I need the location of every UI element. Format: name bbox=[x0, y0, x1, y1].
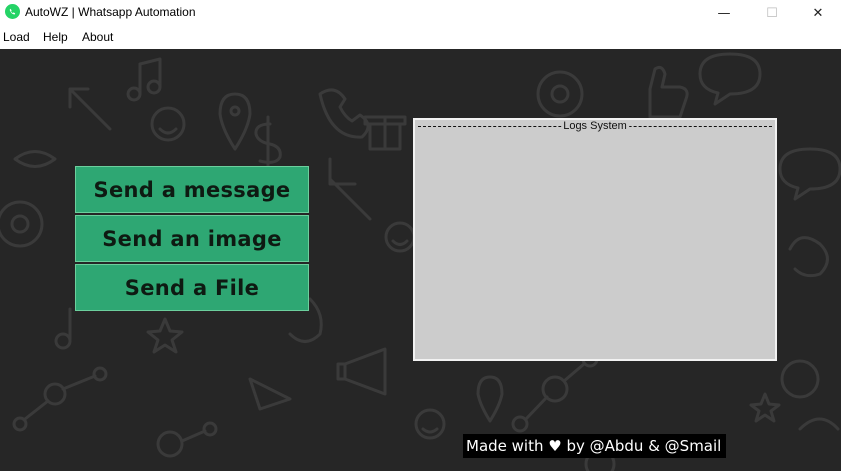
menu-bar: Load Help About bbox=[0, 27, 841, 47]
maximize-button[interactable]: ☐ bbox=[749, 0, 795, 26]
logs-panel[interactable]: Logs System bbox=[413, 118, 777, 361]
close-button[interactable]: ✕ bbox=[795, 0, 841, 26]
title-bar: AutoWZ | Whatsapp Automation — ☐ ✕ bbox=[0, 0, 841, 26]
minimize-button[interactable]: — bbox=[701, 0, 747, 26]
whatsapp-icon bbox=[5, 4, 20, 19]
menu-item-help[interactable]: Help bbox=[43, 30, 68, 44]
send-image-button[interactable]: Send an image bbox=[75, 215, 309, 262]
send-message-button[interactable]: Send a message bbox=[75, 166, 309, 213]
credits-footer: Made with ♥ by @Abdu & @Smail bbox=[463, 434, 726, 458]
logs-title: Logs System bbox=[561, 120, 629, 132]
main-panel: Send a message Send an image Send a File… bbox=[0, 49, 841, 471]
window-title: AutoWZ | Whatsapp Automation bbox=[25, 5, 196, 19]
menu-item-load[interactable]: Load bbox=[3, 30, 30, 44]
menu-item-about[interactable]: About bbox=[82, 30, 113, 44]
phone-icon bbox=[9, 8, 16, 15]
send-file-button[interactable]: Send a File bbox=[75, 264, 309, 311]
